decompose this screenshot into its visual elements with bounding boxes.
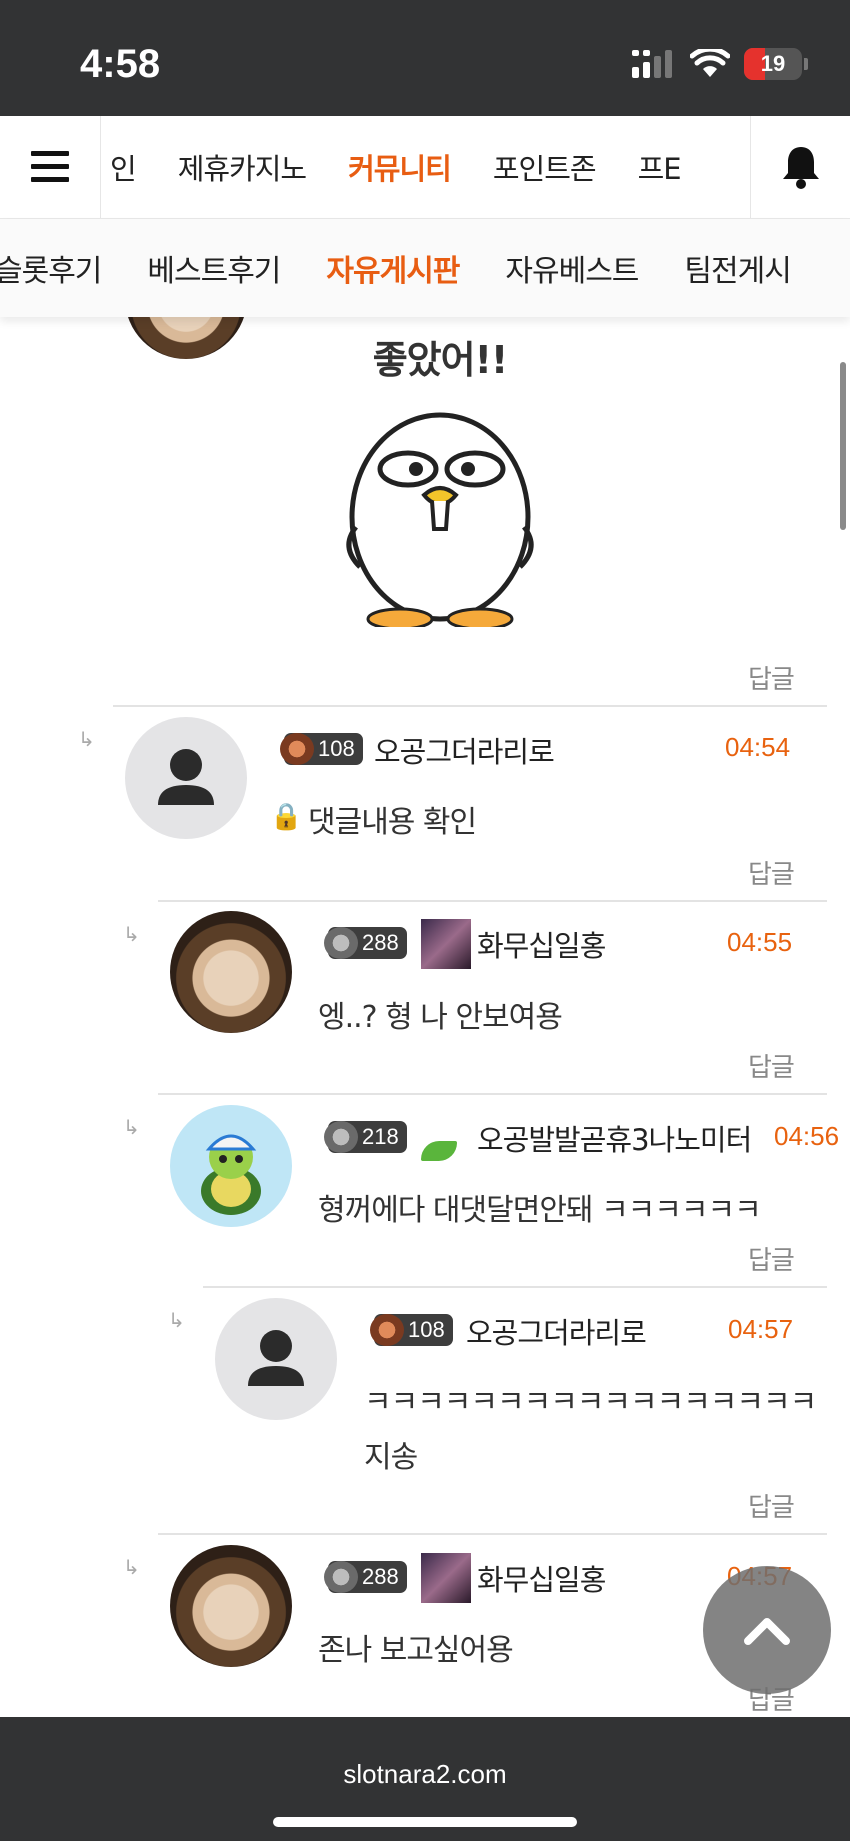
battery-icon: 19 (744, 48, 802, 80)
top-nav-item[interactable]: 인 (101, 146, 157, 188)
reply-button[interactable]: 답글 (748, 1487, 795, 1524)
reply-button[interactable]: 답글 (748, 1240, 795, 1277)
comment-text: 형꺼에다 대댓달면안돼 ㅋㅋㅋㅋㅋㅋ (318, 1193, 762, 1228)
sticker-caption: 좋았어!! (372, 338, 509, 382)
bird-sticker-icon (346, 412, 534, 627)
scroll-to-top-button[interactable] (703, 1566, 831, 1694)
battery-tip (804, 58, 808, 70)
divider (113, 705, 827, 707)
avatar[interactable] (215, 1298, 337, 1420)
comment-time: 04:56 (774, 1121, 840, 1151)
reply-button[interactable]: 답글 (748, 854, 795, 891)
status-time: 4:58 (80, 42, 161, 86)
divider (203, 1286, 827, 1288)
comment-text: 존나 보고싶어용 (318, 1633, 514, 1668)
avatar[interactable] (170, 911, 292, 1033)
lock-icon: 🔒 (270, 802, 303, 832)
scrollbar[interactable] (840, 362, 846, 530)
avatar[interactable] (170, 1105, 292, 1227)
battery-level: 19 (760, 51, 786, 76)
bell-icon (782, 147, 819, 189)
user-icon-image (421, 919, 471, 969)
divider (158, 1533, 827, 1535)
comment-text: 엥..? 형 나 안보여용 (318, 1000, 563, 1035)
notification-button[interactable] (750, 116, 850, 218)
turtle-character-icon (201, 1134, 261, 1215)
nickname[interactable]: 오공그더라리로 (466, 1310, 647, 1352)
level-number: 288 (362, 1564, 399, 1589)
default-user-icon (158, 749, 214, 805)
cellular-signal-icon (632, 50, 672, 78)
nickname[interactable]: 화무십일홍 (477, 923, 606, 965)
comment-list: 좋았어!! 답글 ↳ 108 오공그더라리로 04:54 🔒 댓글내용 확인 답… (0, 317, 850, 1717)
level-emblem-icon (370, 1314, 404, 1346)
level-badge: 108 (370, 1314, 453, 1346)
browser-bottom-bar: slotnara2.com (0, 1717, 850, 1841)
sub-nav-item-best-reviews[interactable]: 베스트후기 (124, 246, 303, 290)
level-emblem-icon (324, 927, 358, 959)
comment-time: 04:57 (728, 1314, 794, 1344)
sub-nav-item-free-board[interactable]: 자유게시판 (303, 246, 482, 290)
comment-text: 댓글내용 확인 (308, 805, 477, 840)
level-emblem-icon (280, 733, 314, 765)
divider (158, 1093, 827, 1095)
comment-time: 04:54 (725, 732, 791, 762)
avatar[interactable] (125, 317, 247, 359)
sub-nav-item-slot-reviews[interactable]: 슬롯후기 (0, 246, 124, 290)
comment-text: ㅋㅋㅋㅋㅋㅋㅋㅋㅋㅋㅋㅋㅋㅋㅋㅋㅋ (364, 1385, 817, 1420)
url-bar[interactable]: slotnara2.com (0, 1759, 850, 1790)
level-badge: 288 (324, 927, 407, 959)
sticker-image: 좋았어!! (320, 317, 560, 637)
top-nav-item-point-zone[interactable]: 포인트존 (472, 146, 617, 188)
reply-button[interactable]: 답글 (748, 1047, 795, 1084)
status-icons: 19 (632, 48, 808, 80)
reply-arrow-icon: ↳ (123, 1115, 140, 1139)
top-nav: 인 제휴카지노 커뮤니티 포인트존 프E (0, 116, 850, 219)
wifi-icon (690, 49, 730, 77)
nickname[interactable]: 오공발발곧휴3나노미터 (477, 1117, 752, 1159)
top-nav-item-community[interactable]: 커뮤니티 (327, 146, 472, 188)
comment-text-line2: 지송 (364, 1440, 418, 1475)
reply-arrow-icon: ↳ (123, 1555, 140, 1579)
home-indicator[interactable] (273, 1817, 577, 1827)
sub-nav: 슬롯후기 베스트후기 자유게시판 자유베스트 팀전게시 (0, 219, 850, 317)
level-number: 218 (362, 1124, 399, 1149)
hamburger-icon (31, 151, 69, 182)
reply-arrow-icon: ↳ (78, 727, 95, 751)
sub-nav-item-free-best[interactable]: 자유베스트 (482, 246, 661, 290)
level-emblem-icon (324, 1121, 358, 1153)
avatar[interactable] (170, 1545, 292, 1667)
top-nav-item-partner-casino[interactable]: 제휴카지노 (157, 146, 327, 188)
level-badge: 288 (324, 1561, 407, 1593)
divider (158, 900, 827, 902)
reply-arrow-icon: ↳ (168, 1308, 185, 1332)
sub-nav-item-team-board[interactable]: 팀전게시 (661, 246, 813, 290)
status-bar: 4:58 19 (0, 0, 850, 116)
level-badge: 218 (324, 1121, 407, 1153)
top-nav-item[interactable]: 프E (617, 146, 702, 188)
level-number: 288 (362, 930, 399, 955)
default-user-icon (248, 1330, 304, 1386)
level-number: 108 (318, 736, 355, 761)
level-badge: 108 (280, 733, 363, 765)
reply-button[interactable]: 답글 (748, 659, 795, 696)
hamburger-menu-button[interactable] (0, 116, 101, 218)
nickname[interactable]: 화무십일홍 (477, 1557, 606, 1599)
user-icon-image (421, 1553, 471, 1603)
level-emblem-icon (324, 1561, 358, 1593)
avatar[interactable] (125, 717, 247, 839)
comment-time: 04:55 (727, 927, 793, 957)
chevron-up-icon (744, 1618, 790, 1645)
reply-arrow-icon: ↳ (123, 922, 140, 946)
top-nav-scroll: 인 제휴카지노 커뮤니티 포인트존 프E (101, 116, 750, 218)
leaf-icon (421, 1141, 457, 1161)
level-number: 108 (408, 1317, 445, 1342)
nickname[interactable]: 오공그더라리로 (374, 729, 555, 771)
